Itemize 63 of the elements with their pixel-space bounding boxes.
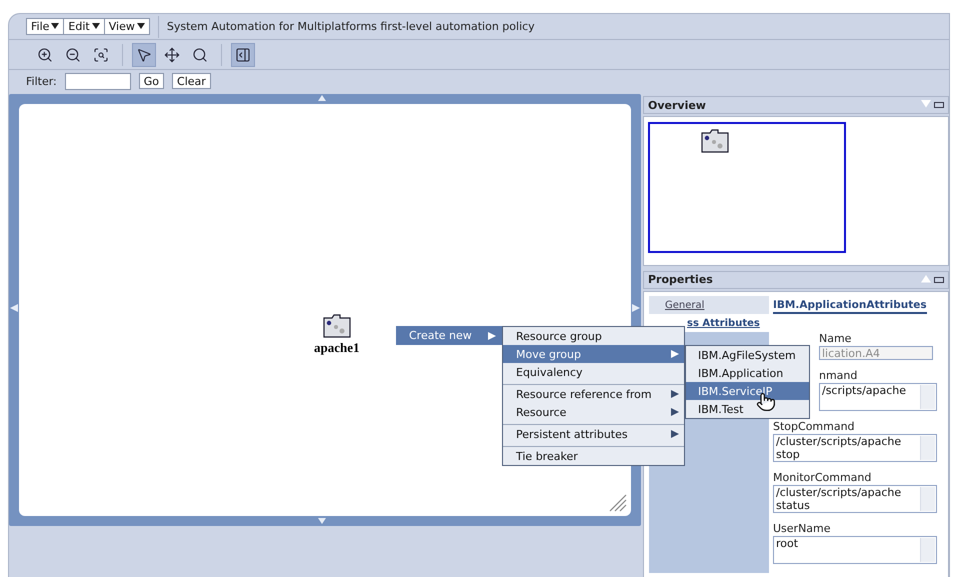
scroll-left-icon <box>10 304 18 312</box>
scrollbar[interactable] <box>920 487 935 511</box>
menu-item[interactable]: Equivalency <box>503 363 684 381</box>
caret-icon <box>136 22 145 30</box>
field-label: nmand <box>819 369 858 382</box>
toolbar-button[interactable] <box>231 42 255 66</box>
panel-title: Properties <box>648 273 713 286</box>
node-label: apache1 <box>314 340 360 356</box>
menu-item[interactable]: Tie breaker <box>503 446 684 465</box>
resize-grip-icon <box>609 494 627 512</box>
scroll-down-icon <box>318 518 326 524</box>
scrollbar[interactable] <box>920 436 935 460</box>
pointer-icon <box>136 46 152 62</box>
filter-label: Filter: <box>26 74 57 88</box>
scrollbar[interactable] <box>920 385 935 409</box>
text-area[interactable]: root <box>773 536 937 564</box>
viewport-rectangle[interactable] <box>648 122 846 254</box>
submenu-arrow-icon <box>671 408 679 416</box>
field-label: StopCommand <box>773 420 855 433</box>
folder-icon <box>322 314 351 338</box>
nav-link[interactable]: ss Attributes <box>649 314 769 332</box>
submenu-arrow-icon <box>488 332 496 340</box>
go-button[interactable]: Go <box>138 73 164 89</box>
field-label: UserName <box>773 522 831 535</box>
text-area[interactable]: /cluster/scripts/apache status <box>773 485 937 513</box>
field-label: Name <box>819 332 852 345</box>
expand-icon <box>921 274 931 285</box>
scroll-right-icon <box>632 304 640 312</box>
text-area[interactable]: /scripts/apache <box>819 383 937 411</box>
minimize-icon[interactable] <box>934 102 944 108</box>
filter-field[interactable] <box>64 72 131 90</box>
section-heading: IBM.ApplicationAttributes <box>773 299 927 314</box>
menu-item[interactable]: IBM.AgFileSystem <box>686 346 809 364</box>
nav-link[interactable]: General <box>649 296 769 314</box>
menu-item[interactable]: Persistent attributes <box>503 424 684 443</box>
menu-item[interactable]: Move group <box>503 345 684 363</box>
submenu-arrow-icon <box>671 390 679 398</box>
menu-item[interactable]: IBM.ServiceIP <box>686 382 809 400</box>
menu-item[interactable]: Resource <box>503 403 684 421</box>
submenu-arrow-icon <box>671 350 679 358</box>
folder-icon <box>701 129 729 154</box>
zoom-out-icon <box>65 46 81 62</box>
caret-icon <box>51 22 60 30</box>
page-title: System Automation for Multiplatforms first-level automation policy <box>158 16 535 38</box>
move-icon <box>164 46 180 62</box>
panel-title: Overview <box>648 98 706 112</box>
panel-icon <box>235 46 251 62</box>
minimize-icon[interactable] <box>934 276 944 283</box>
menu-item[interactable]: Create new <box>396 326 502 345</box>
submenu-arrow-icon <box>671 430 679 438</box>
toolbar-button[interactable] <box>132 42 156 66</box>
caret-icon <box>92 22 100 30</box>
zoom-fit-icon <box>93 46 109 62</box>
menu-item[interactable]: Resource reference from <box>503 384 684 403</box>
zoom-in-icon <box>37 46 53 62</box>
search-icon <box>192 46 208 62</box>
clear-button[interactable]: Clear <box>172 73 211 89</box>
field-label: MonitorCommand <box>773 471 872 484</box>
menu-item[interactable]: IBM.Application <box>686 364 809 382</box>
scroll-up-icon <box>318 95 326 101</box>
menu-item[interactable]: IBM.Test <box>686 400 809 418</box>
scrollbar[interactable] <box>920 538 935 562</box>
text-area[interactable]: /cluster/scripts/apache stop <box>773 434 937 462</box>
